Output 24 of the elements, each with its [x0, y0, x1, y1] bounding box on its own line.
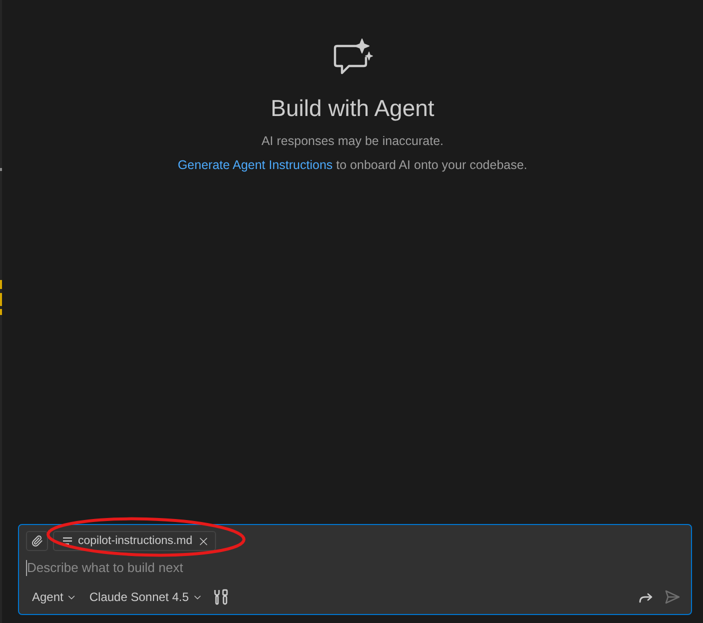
overview-marker [0, 280, 2, 289]
overview-marker [0, 309, 2, 315]
tools-button[interactable] [214, 589, 228, 605]
send-button[interactable] [665, 590, 680, 604]
generate-instructions-link[interactable]: Generate Agent Instructions [178, 158, 333, 172]
curved-arrow-icon [639, 592, 653, 602]
welcome-title: Build with Agent [270, 94, 434, 123]
overview-marker [0, 293, 2, 306]
paperclip-icon [31, 535, 43, 547]
text-cursor [26, 560, 27, 576]
chat-sparkle-icon [332, 38, 372, 76]
overview-marker [0, 168, 2, 171]
attachment-name: copilot-instructions.md [78, 534, 192, 548]
send-icon [665, 590, 680, 604]
prompt-field[interactable]: Describe what to build next [27, 558, 684, 578]
attachment-chip[interactable]: copilot-instructions.md [53, 531, 216, 551]
file-lines-icon [63, 536, 73, 546]
tools-icon [214, 589, 228, 605]
attach-button[interactable] [26, 531, 48, 551]
delegate-button[interactable] [639, 592, 653, 602]
model-dropdown[interactable]: Claude Sonnet 4.5 [89, 590, 203, 604]
mode-dropdown[interactable]: Agent [32, 590, 78, 604]
instructions-text: Generate Agent Instructions to onboard AI onto your codebase. [178, 157, 528, 173]
disclaimer-text: AI responses may be inaccurate. [261, 133, 444, 149]
